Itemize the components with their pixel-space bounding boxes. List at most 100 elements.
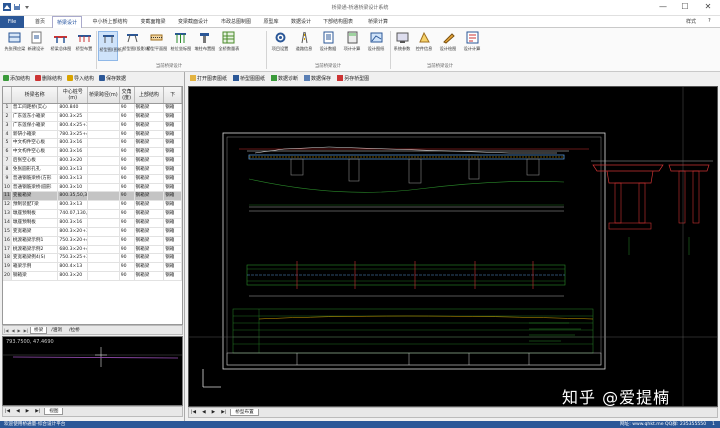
table-cell[interactable]: 800.3×13 bbox=[58, 174, 89, 183]
table-cell[interactable]: 预制装配T梁 bbox=[12, 201, 59, 210]
table-cell[interactable]: 桃渡箱梁示例2 bbox=[12, 245, 59, 254]
table-cell[interactable] bbox=[88, 148, 120, 157]
ribbon-button-new-design[interactable]: 新建设计 bbox=[26, 31, 46, 61]
tab-data-design[interactable]: 数据设计 bbox=[288, 16, 314, 28]
tab-variable-box-girder[interactable]: 变截面箱梁 bbox=[136, 16, 170, 28]
table-cell[interactable]: 普通钢筋梁桥(方形 bbox=[12, 174, 59, 183]
table-cell[interactable] bbox=[88, 254, 120, 263]
delete-structure-button[interactable]: 删除结构 bbox=[35, 75, 62, 82]
sheet-tab-cable[interactable]: /拉桥 bbox=[66, 327, 83, 333]
table-cell[interactable] bbox=[88, 130, 120, 139]
table-cell[interactable]: 90 bbox=[120, 201, 135, 210]
table-cell[interactable]: 新研小箱梁 bbox=[12, 130, 59, 139]
ribbon-button-bridge-layout[interactable]: 桥型布置 bbox=[74, 31, 94, 61]
table-cell[interactable]: 广东莲东小箱梁 bbox=[12, 112, 59, 121]
file-tab[interactable]: File bbox=[0, 16, 24, 28]
table-cell[interactable]: 780.3×25+4×25+3 bbox=[58, 130, 89, 139]
table-row[interactable]: 19 箱梁示例 800.4×13 90 钢箱梁 钢箱 bbox=[3, 263, 182, 273]
row-number[interactable]: 8 bbox=[3, 165, 12, 174]
table-cell[interactable]: 钢箱 bbox=[164, 210, 182, 218]
close-button[interactable]: ✕ bbox=[697, 0, 719, 14]
table-cell[interactable]: 800.35,50,35 bbox=[58, 192, 89, 201]
row-number[interactable]: 7 bbox=[3, 157, 12, 165]
table-cell[interactable]: 墩座预制板 bbox=[12, 210, 59, 218]
table-cell[interactable]: 钢箱梁 bbox=[135, 174, 165, 183]
ribbon-button-pier-layout[interactable]: 墩柱布置图 bbox=[194, 31, 215, 61]
table-row[interactable]: 16桃渡箱梁示例1750.3×20+4×25+4 90钢箱梁钢箱 bbox=[3, 236, 182, 246]
table-cell[interactable]: 钢箱梁 bbox=[135, 165, 165, 174]
row-number[interactable]: 14 bbox=[3, 218, 12, 227]
minimize-button[interactable]: — bbox=[652, 0, 674, 14]
row-number[interactable]: 6 bbox=[3, 148, 12, 157]
table-cell[interactable]: 钢箱梁 bbox=[135, 121, 165, 130]
next-drawing-button[interactable]: ▶ bbox=[210, 410, 218, 415]
table-cell[interactable]: 钢箱梁 bbox=[135, 157, 165, 165]
table-cell[interactable] bbox=[88, 157, 120, 165]
row-number[interactable]: 15 bbox=[3, 227, 12, 236]
table-row[interactable]: 5 中文构件空心板 800.3×16 90 钢箱梁 钢箱 bbox=[3, 139, 182, 149]
ribbon-button-plan[interactable]: 桥型平面图 bbox=[146, 31, 167, 61]
table-cell[interactable]: 750.3×20+4×25+4 bbox=[58, 236, 89, 245]
table-cell[interactable]: 90 bbox=[120, 236, 135, 245]
table-cell[interactable]: 750.3×25+37,60, bbox=[58, 254, 89, 263]
tab-view[interactable]: 视图 bbox=[44, 408, 64, 415]
table-cell[interactable]: 钢箱 bbox=[164, 254, 182, 263]
table-cell[interactable] bbox=[88, 192, 120, 201]
row-number[interactable]: 10 bbox=[3, 183, 12, 192]
row-number[interactable]: 19 bbox=[3, 263, 12, 272]
table-cell[interactable] bbox=[88, 227, 120, 236]
row-number[interactable]: 1 bbox=[3, 104, 12, 112]
table-cell[interactable] bbox=[88, 236, 120, 245]
ribbon-button-pretension[interactable]: 先张预应梁 bbox=[4, 31, 25, 61]
add-structure-button[interactable]: 添加结构 bbox=[3, 75, 30, 82]
cad-drawing-view[interactable] bbox=[188, 86, 718, 407]
ribbon-button-system-params[interactable]: 系统参数 bbox=[392, 31, 412, 61]
table-cell[interactable]: 钢箱梁 bbox=[135, 254, 165, 263]
table-cell[interactable]: 90 bbox=[120, 112, 135, 121]
ribbon-button-bridge-overall[interactable]: 桥梁总体图 bbox=[50, 31, 71, 61]
tab-home[interactable]: 首页 bbox=[30, 16, 50, 28]
table-cell[interactable] bbox=[88, 139, 120, 148]
table-cell[interactable]: 钢箱 bbox=[164, 263, 182, 272]
save-as-button[interactable]: 另存桥型图 bbox=[337, 75, 369, 82]
import-structure-button[interactable]: 导入结构 bbox=[67, 75, 94, 82]
table-cell[interactable]: 800.4×25+3×25 bbox=[58, 121, 89, 130]
next-sheet-button[interactable]: ▶ bbox=[17, 328, 22, 333]
table-row[interactable]: 3广东莲保小箱梁800.4×25+3×25 90钢箱梁钢箱 bbox=[3, 121, 182, 131]
table-cell[interactable]: 800.3×10 bbox=[58, 183, 89, 192]
table-cell[interactable] bbox=[88, 165, 120, 174]
table-cell[interactable]: 后张空心板 bbox=[12, 157, 59, 165]
prev-sheet-button[interactable]: ◀ bbox=[10, 328, 15, 333]
ribbon-button-quantity-table[interactable]: 全桥数量表 bbox=[218, 31, 239, 61]
tab-municipal-drawing[interactable]: 市政总图制图 bbox=[216, 16, 256, 28]
table-cell[interactable]: 90 bbox=[120, 104, 135, 112]
column-header[interactable]: 下 bbox=[164, 87, 182, 103]
table-cell[interactable]: 钢箱梁 bbox=[135, 210, 165, 218]
row-number[interactable]: 12 bbox=[3, 201, 12, 210]
sheet-tab-bridge[interactable]: 桥梁 bbox=[30, 326, 48, 334]
table-cell[interactable]: 钢箱梁 bbox=[135, 139, 165, 148]
table-cell[interactable]: 钢箱 bbox=[164, 218, 182, 227]
prev-view-button[interactable]: ◀ bbox=[14, 409, 22, 414]
table-cell[interactable] bbox=[88, 104, 120, 112]
table-row[interactable]: 13墩座预制板740.07,130,07 90钢箱梁钢箱 bbox=[3, 210, 182, 219]
ribbon-button-design-draw[interactable]: 设计绘图 bbox=[438, 31, 458, 61]
row-number[interactable]: 11 bbox=[3, 192, 12, 201]
column-header[interactable] bbox=[3, 87, 12, 103]
table-cell[interactable] bbox=[88, 245, 120, 254]
table-cell[interactable]: 钢箱梁 bbox=[135, 112, 165, 121]
table-cell[interactable]: 钢箱梁 bbox=[135, 201, 165, 210]
table-cell[interactable]: 800.4×13 bbox=[58, 263, 89, 272]
table-cell[interactable]: 变截箱梁 bbox=[11, 192, 59, 201]
table-cell[interactable]: 钢箱 bbox=[164, 227, 182, 236]
table-cell[interactable]: 800.3×20 bbox=[58, 272, 89, 280]
last-sheet-button[interactable]: ▶| bbox=[23, 328, 29, 333]
table-cell[interactable]: 钢箱 bbox=[164, 236, 182, 245]
table-cell[interactable] bbox=[88, 272, 120, 280]
table-cell[interactable]: 中文构件空心板 bbox=[12, 139, 59, 148]
table-cell[interactable]: 箱梁示例 bbox=[12, 263, 59, 272]
ribbon-button-project-settings[interactable]: 项目设置 bbox=[270, 31, 290, 61]
table-cell[interactable]: 钢箱 bbox=[164, 183, 182, 192]
table-cell[interactable]: 90 bbox=[120, 263, 135, 272]
table-cell[interactable] bbox=[88, 218, 120, 227]
